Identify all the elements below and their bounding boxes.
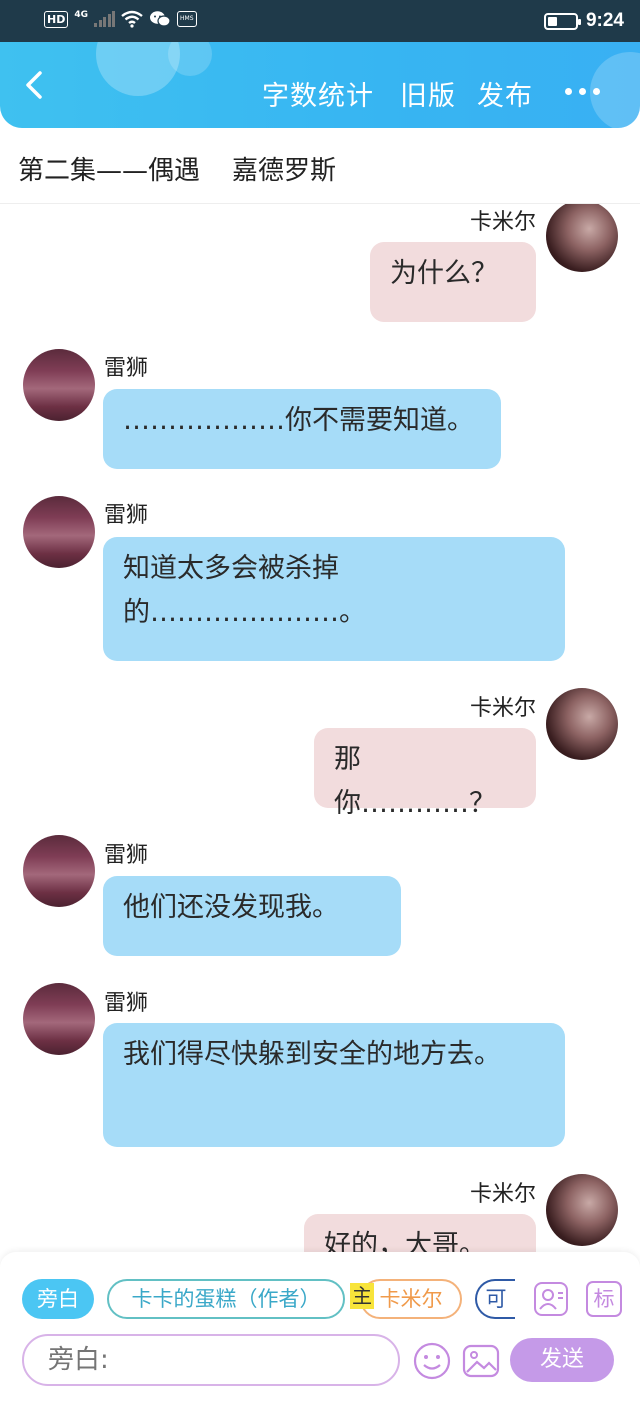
message-bubble[interactable]: 那你…………？ (314, 728, 536, 819)
bottom-safe-area (0, 1392, 640, 1422)
sender-name: 雷狮 (104, 843, 149, 868)
app-header: 字数统计 旧版 发布 (0, 42, 640, 128)
message-bubble[interactable]: 为什么？ (370, 242, 536, 322)
emoji-icon[interactable] (412, 1341, 452, 1381)
signal-icon (94, 11, 115, 27)
avatar[interactable] (23, 835, 95, 907)
message-input[interactable] (22, 1334, 400, 1386)
message-bubble[interactable]: ………………你不需要知道。 (103, 389, 501, 469)
old-version-button[interactable]: 旧版 (400, 74, 456, 113)
sender-name: 卡米尔 (469, 1182, 536, 1207)
wifi-icon (121, 10, 143, 28)
send-button[interactable]: 发送 (510, 1338, 614, 1382)
main-role-badge: 主 (350, 1283, 374, 1309)
role-chip-kamil[interactable]: 卡米尔 (360, 1279, 462, 1319)
user-profile-icon[interactable] (533, 1281, 569, 1317)
narration-chip[interactable]: 旁白 (22, 1279, 94, 1319)
sender-name: 雷狮 (104, 503, 149, 528)
character-name: 嘉德罗斯 (232, 156, 337, 186)
message-bubble[interactable]: 好的，大哥。 (304, 1214, 536, 1252)
clock: 9:24 (585, 10, 624, 31)
message-bubble[interactable]: 知道太多会被杀掉的…………………。 (103, 537, 565, 661)
avatar[interactable] (546, 1174, 618, 1246)
role-chip-more[interactable]: 可 (475, 1279, 515, 1319)
message-bubble[interactable]: 他们还没发现我。 (103, 876, 401, 956)
avatar[interactable] (23, 349, 95, 421)
chevron-left-icon[interactable] (20, 70, 50, 100)
avatar[interactable] (23, 496, 95, 568)
sender-name: 雷狮 (104, 356, 149, 381)
sender-name: 雷狮 (104, 991, 149, 1016)
episode-title: 第二集——偶遇 (18, 156, 201, 186)
status-bar: HD 4G HMS 9:24 (0, 0, 640, 42)
sender-name: 卡米尔 (469, 210, 536, 235)
word-count-button[interactable]: 字数统计 (262, 74, 374, 113)
avatar[interactable] (546, 204, 618, 272)
network-type: 4G (74, 10, 88, 20)
image-icon[interactable] (462, 1342, 500, 1380)
hms-icon: HMS (177, 11, 197, 27)
chat-area: 卡米尔 为什么？ 雷狮 ………………你不需要知道。 雷狮 知道太多会被杀掉的……… (0, 204, 640, 1252)
status-left: HD 4G HMS (44, 10, 197, 28)
wechat-icon (150, 11, 171, 27)
more-dots-icon[interactable] (565, 88, 600, 95)
hd-indicator: HD (44, 10, 69, 28)
battery-icon (543, 12, 581, 30)
status-right: 9:24 (543, 10, 624, 32)
message-bubble[interactable]: 我们得尽快躲到安全的地方去。 (103, 1023, 565, 1147)
avatar[interactable] (23, 983, 95, 1055)
publish-button[interactable]: 发布 (477, 74, 533, 113)
episode-title-bar: 第二集——偶遇 嘉德罗斯 (0, 128, 640, 204)
tag-icon[interactable]: 标 (586, 1281, 622, 1317)
sender-name: 卡米尔 (469, 696, 536, 721)
avatar[interactable] (546, 688, 618, 760)
author-role-chip[interactable]: 卡卡的蛋糕（作者） (107, 1279, 345, 1319)
